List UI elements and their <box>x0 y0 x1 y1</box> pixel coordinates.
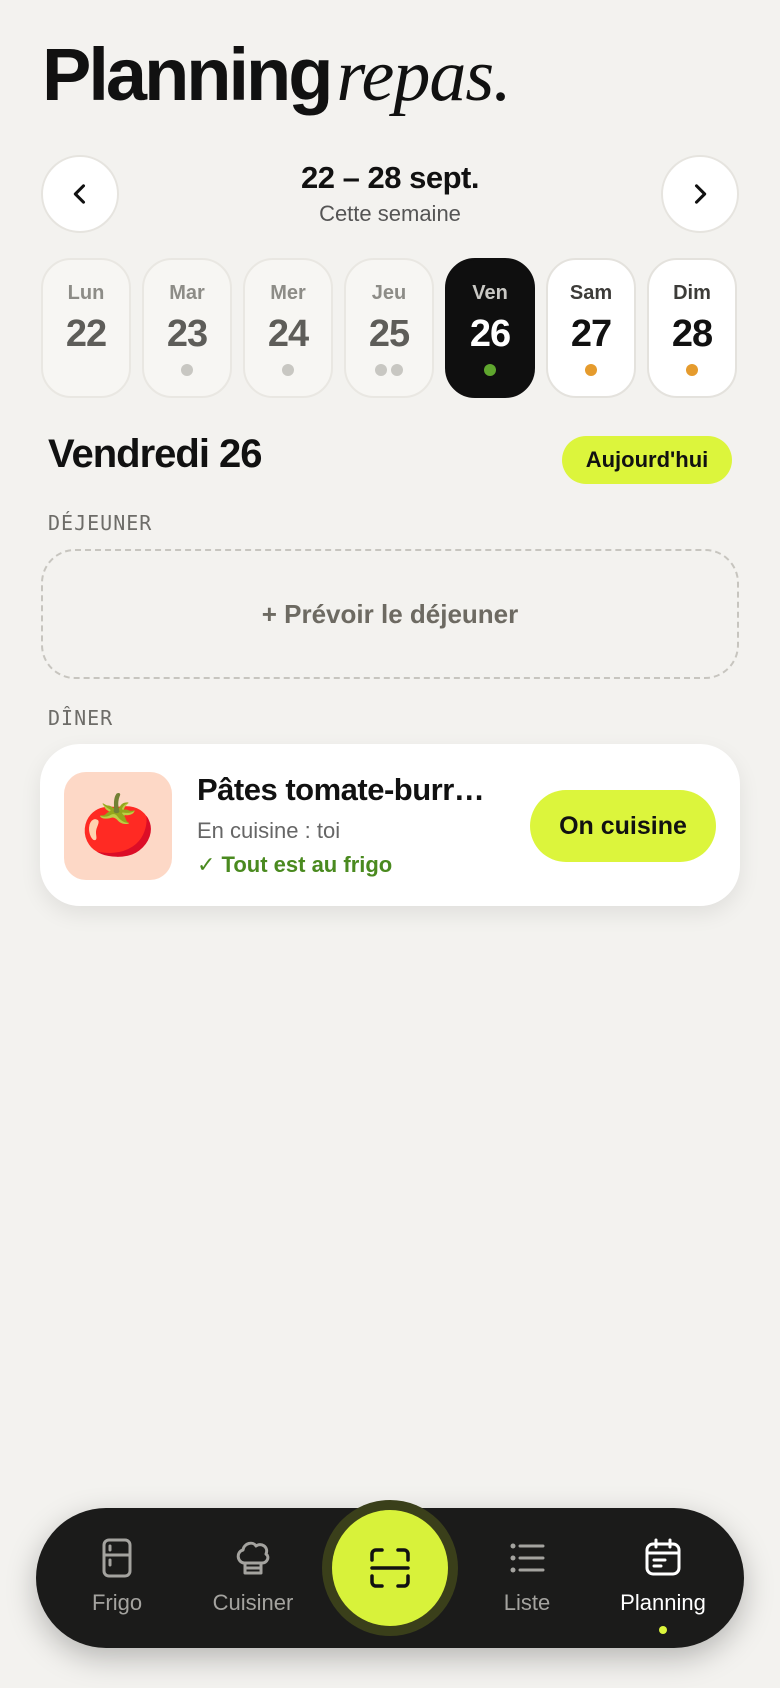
page-title-main: Planning <box>42 33 333 116</box>
day-name: Dim <box>673 282 711 304</box>
active-tab-indicator <box>659 1626 667 1634</box>
day-meal-dots <box>585 364 597 376</box>
day-chip-lun[interactable]: Lun 22 <box>41 258 131 398</box>
day-chip-mer[interactable]: Mer 24 <box>243 258 333 398</box>
today-badge: Aujourd'hui <box>562 436 732 484</box>
day-number: 28 <box>671 313 713 355</box>
day-number: 24 <box>267 313 309 355</box>
day-meal-dots <box>282 364 294 376</box>
meal-cook: En cuisine : toi <box>197 818 341 843</box>
tab-label: Liste <box>503 1590 551 1615</box>
day-name: Mar <box>169 282 205 304</box>
tab-cuisiner[interactable]: Cuisiner <box>188 1538 318 1616</box>
bottom-tab-bar: Frigo Cuisiner Liste Planning <box>36 1500 744 1648</box>
tomato-icon: 🍅 <box>80 792 156 859</box>
meal-dot <box>585 364 597 376</box>
day-meal-dots <box>181 364 193 376</box>
day-chip-ven[interactable]: Ven 26 <box>445 258 535 398</box>
day-meal-dots <box>484 364 496 376</box>
chef-hat-icon <box>236 1541 270 1575</box>
day-number: 22 <box>65 313 107 355</box>
day-meal-dots <box>375 364 403 376</box>
meal-dot <box>282 364 294 376</box>
page-title: Planningrepas. <box>42 38 512 114</box>
meal-dot <box>686 364 698 376</box>
meal-title: Pâtes tomate-burrata <box>197 772 497 807</box>
meal-dot <box>181 364 193 376</box>
tab-frigo[interactable]: Frigo <box>52 1538 182 1616</box>
meal-thumbnail: 🍅 <box>64 772 172 880</box>
scan-icon <box>370 1548 410 1588</box>
scan-button[interactable] <box>332 1510 448 1626</box>
day-chip-dim[interactable]: Dim 28 <box>647 258 737 398</box>
tab-label: Cuisiner <box>212 1590 294 1615</box>
day-chip-sam[interactable]: Sam 27 <box>546 258 636 398</box>
meal-dot <box>375 364 387 376</box>
selected-day-title: Vendredi 26 <box>48 432 263 476</box>
calendar-icon <box>645 1538 681 1576</box>
tab-label: Frigo <box>91 1590 143 1615</box>
chevron-right-icon <box>694 184 707 204</box>
day-number: 27 <box>570 313 612 355</box>
day-chip-jeu[interactable]: Jeu 25 <box>344 258 434 398</box>
day-name: Mer <box>270 282 306 304</box>
day-name: Lun <box>67 282 105 304</box>
day-number: 25 <box>368 313 410 355</box>
meal-dot <box>391 364 403 376</box>
day-meal-dots <box>686 364 698 376</box>
day-selector: Lun 22 Mar 23 Mer 24 Jeu 25 Ven 26 Sam 2… <box>41 258 737 398</box>
tab-liste[interactable]: Liste <box>462 1538 592 1616</box>
day-name: Ven <box>472 282 508 304</box>
day-number: 23 <box>166 313 208 355</box>
tab-planning[interactable]: Planning <box>598 1538 728 1634</box>
page-title-accent: repas. <box>336 35 511 117</box>
list-icon <box>510 1543 545 1573</box>
meal-ingredients-status: ✓ Tout est au frigo <box>197 852 393 877</box>
day-name: Sam <box>569 282 613 304</box>
meal-dot <box>484 364 496 376</box>
next-week-button[interactable] <box>661 155 739 233</box>
lunch-label: DÉJEUNER <box>48 511 153 535</box>
fridge-icon <box>102 1538 132 1578</box>
day-number: 26 <box>469 313 511 355</box>
day-name: Jeu <box>371 282 407 304</box>
dinner-meal-card[interactable]: 🍅 Pâtes tomate-burrata En cuisine : toi … <box>40 744 740 906</box>
plan-lunch-button[interactable]: + Prévoir le déjeuner <box>41 549 739 679</box>
dinner-label: DÎNER <box>48 706 114 730</box>
tab-label: Planning <box>620 1590 706 1615</box>
day-chip-mar[interactable]: Mar 23 <box>142 258 232 398</box>
cook-button[interactable]: On cuisine <box>530 790 716 862</box>
scan-button-ring <box>322 1500 458 1636</box>
